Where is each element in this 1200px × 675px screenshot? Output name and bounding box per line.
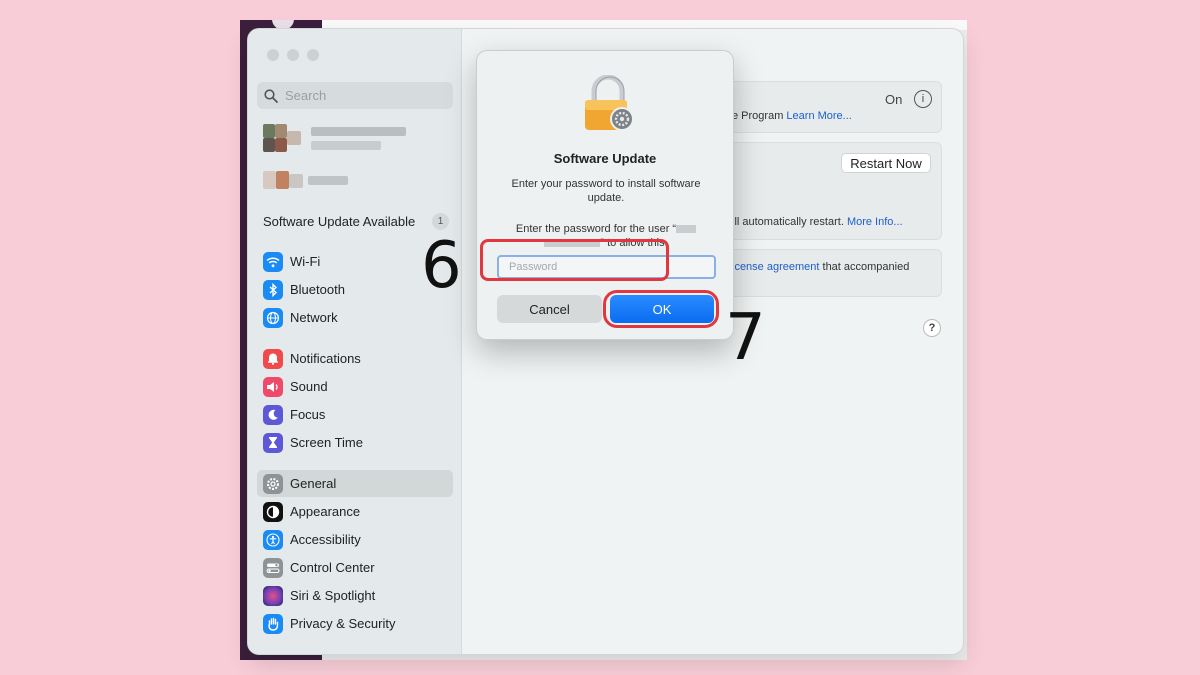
- beta-program-status: On: [885, 92, 903, 107]
- sidebar: Search Software Update Available 1 Wi-Fi…: [248, 29, 462, 654]
- update-count-badge: 1: [432, 213, 449, 230]
- sidebar-item-general[interactable]: General: [257, 470, 453, 497]
- appearance-icon: [263, 501, 283, 522]
- sidebar-item-label: Wi-Fi: [290, 254, 321, 269]
- sidebar-item-accessibility[interactable]: Accessibility: [257, 526, 453, 553]
- sidebar-item-label: Control Center: [290, 560, 375, 575]
- cancel-button[interactable]: Cancel: [497, 295, 602, 323]
- sidebar-item-label: Appearance: [290, 504, 361, 519]
- ok-highlight: [603, 290, 719, 328]
- redacted-username: [676, 225, 697, 234]
- step-number-6: 6: [421, 229, 462, 303]
- sidebar-item-label: Bluetooth: [290, 282, 345, 297]
- info-icon[interactable]: i: [914, 90, 932, 108]
- sidebar-item-label: Sound: [290, 379, 328, 394]
- help-button[interactable]: ?: [923, 319, 941, 337]
- sidebar-item-label: Screen Time: [290, 435, 363, 450]
- dialog-title: Software Update: [553, 151, 657, 166]
- zoom-window-button[interactable]: [307, 49, 319, 61]
- sidebar-item-label: Notifications: [290, 351, 361, 366]
- sidebar-item-label: General: [290, 476, 337, 491]
- sidebar-item-label: Accessibility: [290, 532, 361, 547]
- dialog-description: Enter your password to install software …: [511, 178, 701, 204]
- wifi-icon: [263, 251, 283, 272]
- sidebar-item-control-center[interactable]: Control Center: [257, 554, 453, 581]
- minimize-window-button[interactable]: [287, 49, 299, 61]
- license-agreement-link[interactable]: icense agreement: [732, 261, 819, 273]
- password-highlight: [480, 239, 669, 281]
- learn-more-link[interactable]: Learn More...: [786, 110, 851, 122]
- sidebar-item-label: Siri & Spotlight: [290, 588, 376, 603]
- siri-icon: [263, 585, 283, 606]
- control-center-icon: [263, 557, 283, 578]
- globe-icon: [263, 307, 283, 328]
- more-info-link[interactable]: More Info...: [847, 216, 903, 228]
- lock-icon: [585, 75, 634, 131]
- search-icon: [264, 88, 278, 103]
- close-window-button[interactable]: [267, 49, 279, 61]
- restart-info-text: ill automatically restart. More Info...: [732, 216, 903, 228]
- accessibility-icon: [263, 529, 283, 550]
- sidebar-item-siri-spotlight[interactable]: Siri & Spotlight: [257, 582, 453, 609]
- sidebar-item-privacy-security[interactable]: Privacy & Security: [257, 610, 453, 637]
- software-update-available-label: Software Update Available: [263, 214, 416, 229]
- step-number-7: 7: [725, 301, 766, 375]
- sidebar-item-network[interactable]: Network: [257, 304, 453, 331]
- sidebar-item-sound[interactable]: Sound: [257, 373, 453, 400]
- sidebar-item-appearance[interactable]: Appearance: [257, 498, 453, 525]
- speaker-icon: [263, 376, 283, 397]
- sidebar-item-label: Privacy & Security: [290, 616, 396, 631]
- restart-now-button[interactable]: Restart Now: [841, 153, 931, 173]
- hand-icon: [263, 613, 283, 634]
- gear-icon: [263, 473, 283, 494]
- sidebar-item-focus[interactable]: Focus: [257, 401, 453, 428]
- hourglass-icon: [263, 432, 283, 453]
- sidebar-item-screen-time[interactable]: Screen Time: [257, 429, 453, 456]
- search-field[interactable]: Search: [257, 82, 453, 109]
- sidebar-item-label: Focus: [290, 407, 326, 422]
- moon-icon: [263, 404, 283, 425]
- license-text: icense agreement that accompanied: [732, 261, 910, 273]
- sidebar-item-label: Network: [290, 310, 338, 325]
- software-update-available-row[interactable]: Software Update Available 1: [263, 213, 449, 230]
- beta-program-text: e Program Learn More...: [732, 110, 852, 122]
- search-placeholder: Search: [285, 88, 327, 103]
- bell-icon: [263, 348, 283, 369]
- sidebar-item-notifications[interactable]: Notifications: [257, 345, 453, 372]
- bluetooth-icon: [263, 279, 283, 300]
